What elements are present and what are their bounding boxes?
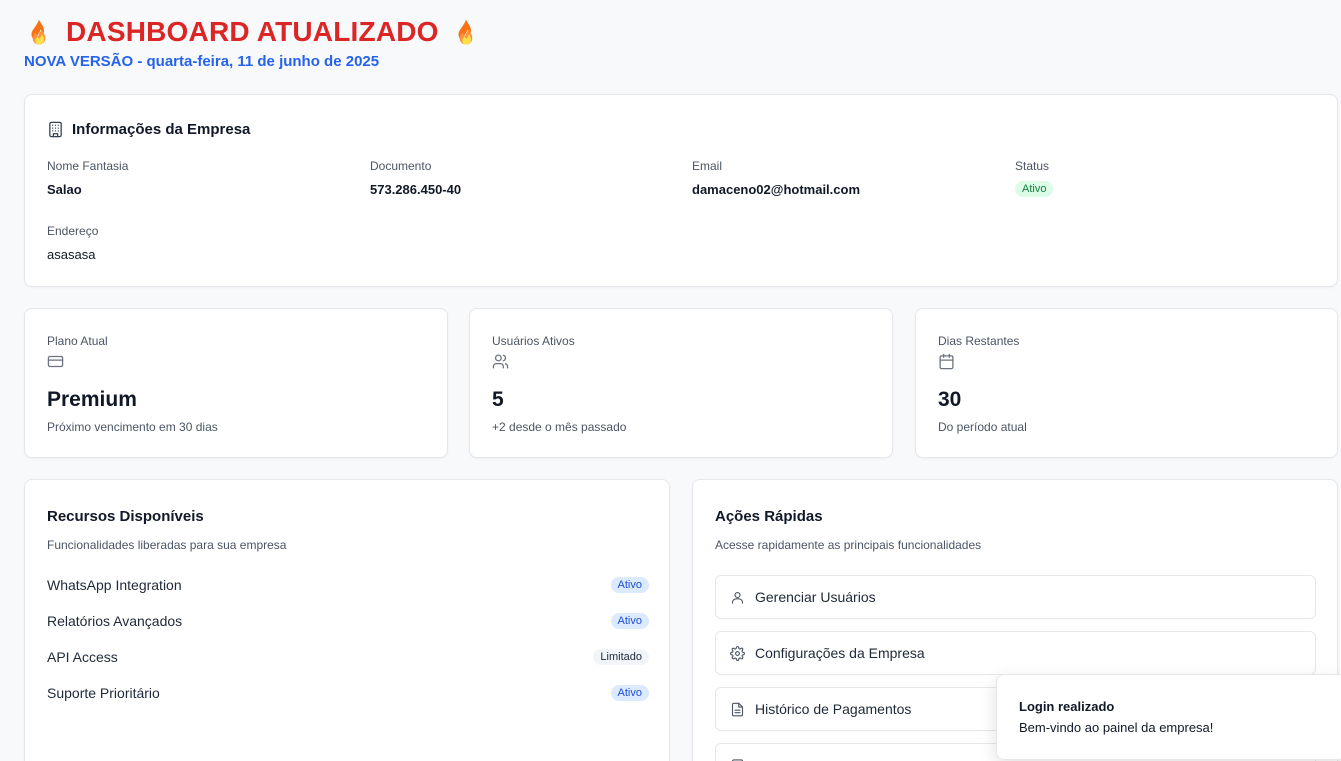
stat-description: Próximo vencimento em 30 dias — [47, 420, 218, 434]
stat-label: Dias Restantes — [938, 334, 1020, 348]
endereco-label: Endereço — [47, 224, 99, 238]
manage-users-label: Gerenciar Usuários — [755, 589, 876, 605]
company-settings-label: Configurações da Empresa — [755, 645, 925, 661]
file-icon — [731, 702, 744, 716]
stat-label: Plano Atual — [47, 334, 108, 348]
resource-status-badge: Limitado — [593, 649, 649, 665]
company-info-card: Informações da Empresa Nome Fantasia Sal… — [24, 94, 1338, 287]
company-info-title: Informações da Empresa — [72, 121, 251, 138]
endereco-field: Endereço asasasa — [47, 224, 98, 262]
resource-name: Suporte Prioritário — [47, 685, 160, 701]
resource-name: WhatsApp Integration — [47, 577, 182, 593]
credit-card-icon — [47, 355, 64, 368]
stat-card-plano: Plano Atual Premium Próximo vencimento e… — [24, 308, 448, 458]
dashboard-page: DASHBOARD ATUALIZADO NOVA VERSÃO - quart… — [0, 0, 1341, 761]
status-value-wrap: Ativo — [1015, 180, 1054, 197]
stat-card-dias: Dias Restantes 30 Do período atual — [915, 308, 1338, 458]
login-toast[interactable]: Login realizado Bem-vindo ao painel da e… — [996, 674, 1341, 760]
building-icon — [49, 121, 62, 138]
payment-history-label: Histórico de Pagamentos — [755, 701, 912, 717]
manage-users-button[interactable]: Gerenciar Usuários — [715, 575, 1316, 619]
resource-status-badge: Ativo — [610, 577, 649, 593]
endereco-value: asasasa — [47, 247, 96, 262]
document-icon — [731, 758, 744, 761]
users-icon — [492, 354, 509, 369]
page-header: DASHBOARD ATUALIZADO NOVA VERSÃO - quart… — [24, 14, 481, 70]
fire-icon — [458, 19, 472, 45]
fire-icon — [31, 19, 46, 45]
stat-value: Premium — [47, 388, 137, 411]
resources-description: Funcionalidades liberadas para sua empre… — [47, 538, 287, 552]
company-info-heading: Informações da Empresa — [47, 121, 250, 138]
stat-value: 30 — [938, 388, 962, 411]
resource-name: API Access — [47, 649, 118, 665]
gear-icon — [730, 645, 745, 661]
resource-row: WhatsApp Integration Ativo — [47, 575, 649, 595]
resource-status-badge: Ativo — [610, 685, 649, 701]
status-label: Status — [1015, 159, 1050, 173]
toast-message: Bem-vindo ao painel da empresa! — [1019, 720, 1214, 735]
page-title: DASHBOARD ATUALIZADO — [66, 16, 439, 47]
email-value: damaceno02@hotmail.com — [692, 182, 861, 197]
user-icon — [731, 591, 744, 604]
resources-card: Recursos Disponíveis Funcionalidades lib… — [24, 479, 670, 761]
stat-card-usuarios: Usuários Ativos 5 +2 desde o mês passado — [469, 308, 893, 458]
documento-label: Documento — [370, 159, 432, 173]
stat-value: 5 — [492, 388, 504, 411]
email-label: Email — [692, 159, 723, 173]
resource-row: API Access Limitado — [47, 647, 649, 667]
resource-name: Relatórios Avançados — [47, 613, 183, 629]
calendar-icon — [939, 353, 954, 370]
stat-description: Do período atual — [938, 420, 1027, 434]
stat-description: +2 desde o mês passado — [492, 420, 627, 434]
quick-actions-description: Acesse rapidamente as principais funcion… — [715, 538, 982, 552]
nome-fantasia-label: Nome Fantasia — [47, 159, 129, 173]
status-field: Status Ativo — [1015, 159, 1054, 197]
company-settings-button[interactable]: Configurações da Empresa — [715, 631, 1316, 675]
status-badge: Ativo — [1015, 181, 1054, 197]
nome-fantasia-field: Nome Fantasia Salao — [47, 159, 128, 197]
toast-title: Login realizado — [1019, 699, 1115, 714]
resources-title: Recursos Disponíveis — [47, 508, 204, 525]
nome-fantasia-value: Salao — [47, 182, 82, 197]
page-subtitle: NOVA VERSÃO - quarta-feira, 11 de junho … — [24, 53, 380, 70]
title-row: DASHBOARD ATUALIZADO — [24, 14, 481, 50]
documento-value: 573.286.450-40 — [370, 182, 462, 197]
stat-label: Usuários Ativos — [492, 334, 575, 348]
documento-field: Documento 573.286.450-40 — [370, 159, 461, 197]
email-field: Email damaceno02@hotmail.com — [692, 159, 860, 197]
resource-row: Relatórios Avançados Ativo — [47, 611, 649, 631]
quick-actions-title: Ações Rápidas — [715, 508, 823, 525]
resource-status-badge: Ativo — [610, 613, 649, 629]
resource-row: Suporte Prioritário Ativo — [47, 683, 649, 703]
